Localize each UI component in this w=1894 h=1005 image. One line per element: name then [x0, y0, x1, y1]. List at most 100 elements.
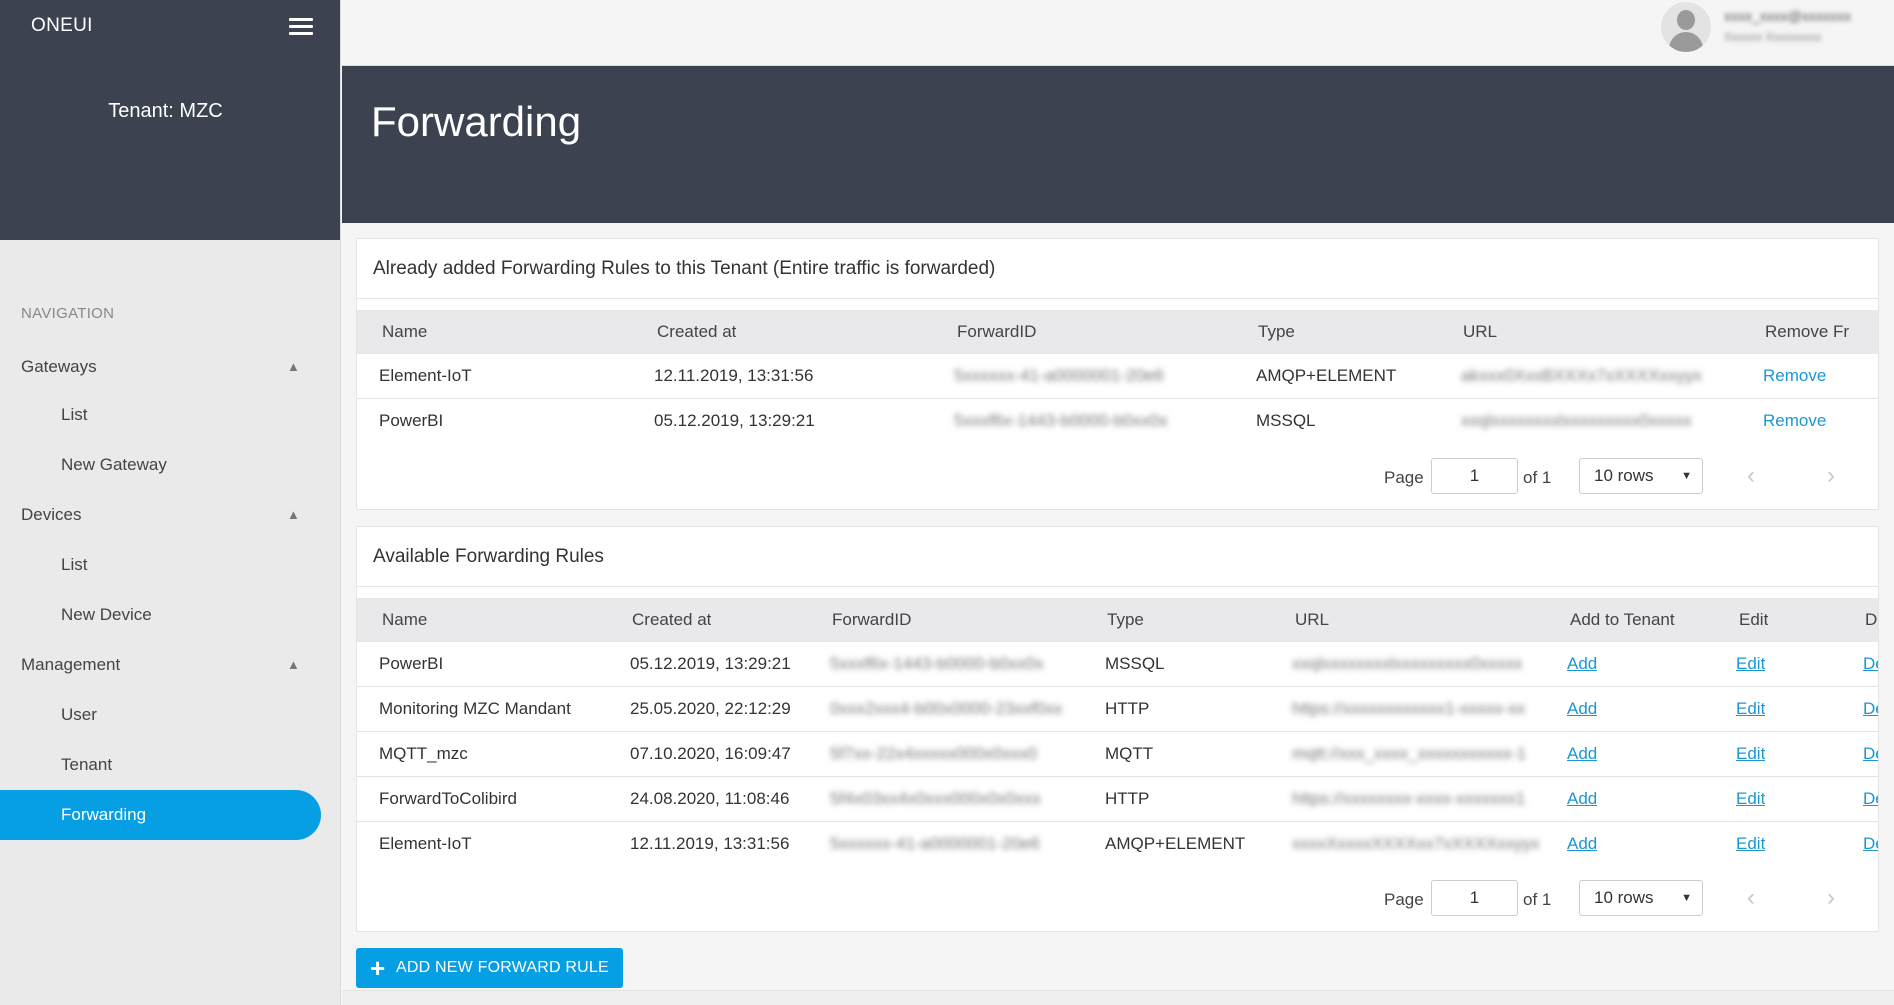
- caret-down-icon: ▼: [1681, 892, 1692, 904]
- column-header[interactable]: Remove Fr: [1765, 322, 1878, 342]
- nav-group-label: Devices: [21, 505, 82, 524]
- column-header[interactable]: Name: [382, 610, 427, 630]
- user-subtitle: Xxxxxx Xxxxxxxxx: [1724, 30, 1822, 44]
- prev-page-icon[interactable]: ‹: [1747, 462, 1755, 490]
- edit-link[interactable]: Edit: [1736, 789, 1765, 809]
- cell-url: https://xxxxxxxxxxxx1-xxxxx-xx: [1292, 699, 1526, 718]
- add-new-forward-rule-button[interactable]: + ADD NEW FORWARD RULE: [356, 948, 623, 988]
- edit-link[interactable]: Edit: [1736, 744, 1765, 764]
- nav-item-forwarding[interactable]: Forwarding: [0, 790, 321, 840]
- cell-created: 05.12.2019, 13:29:21: [630, 654, 791, 673]
- cell-created: 12.11.2019, 13:31:56: [654, 366, 814, 385]
- cell-name: MQTT_mzc: [379, 744, 468, 763]
- delete-link[interactable]: De: [1863, 789, 1878, 809]
- remove-link[interactable]: Remove: [1763, 411, 1826, 431]
- cell-forward-id: 5xxxf6x-1443-b0000-b0xx0x: [830, 654, 1044, 673]
- remove-link[interactable]: Remove: [1763, 366, 1826, 386]
- available-rules-panel: Available Forwarding Rules Name Created …: [356, 526, 1879, 932]
- plus-icon: +: [370, 953, 386, 983]
- user-name[interactable]: xxxx_xxxx@xxxxxxx: [1724, 8, 1851, 24]
- prev-page-icon[interactable]: ‹: [1747, 884, 1755, 912]
- column-header[interactable]: URL: [1295, 610, 1329, 630]
- column-header[interactable]: ForwardID: [957, 322, 1036, 342]
- chevron-up-icon[interactable]: ▲: [287, 640, 300, 690]
- rows-per-page-select[interactable]: 10 rows ▼: [1579, 458, 1703, 494]
- page-title: Forwarding: [371, 98, 582, 145]
- nav-item-device-list[interactable]: List: [0, 540, 341, 590]
- delete-link[interactable]: De: [1863, 699, 1878, 719]
- chevron-up-icon[interactable]: ▲: [287, 490, 300, 540]
- table-row: Element-IoT 12.11.2019, 13:31:56 5xxxxxx…: [357, 354, 1878, 399]
- nav-item-tenant[interactable]: Tenant: [0, 740, 341, 790]
- nav-item-user[interactable]: User: [0, 690, 341, 740]
- rows-per-page-value: 10 rows: [1594, 466, 1654, 485]
- cell-forward-id: 5xxxxxx-41-a0000001-20e6: [830, 834, 1040, 853]
- table-row: Monitoring MZC Mandant 25.05.2020, 22:12…: [357, 687, 1878, 732]
- table-row: Element-IoT 12.11.2019, 13:31:56 5xxxxxx…: [357, 822, 1878, 867]
- cell-name: PowerBI: [379, 411, 444, 430]
- nav-group-devices[interactable]: Devices ▲: [0, 490, 341, 540]
- pagination: Page of 1 10 rows ▼ ‹ ›: [357, 458, 1878, 498]
- page-label: Page: [1384, 468, 1424, 487]
- added-rules-panel: Already added Forwarding Rules to this T…: [356, 238, 1879, 510]
- edit-link[interactable]: Edit: [1736, 699, 1765, 719]
- brand-logo[interactable]: ONEUI: [31, 15, 93, 37]
- cell-type: AMQP+ELEMENT: [1256, 366, 1397, 385]
- column-header[interactable]: Type: [1258, 322, 1295, 342]
- topbar: xxxx_xxxx@xxxxxxx Xxxxxx Xxxxxxxxx: [342, 0, 1894, 66]
- column-header[interactable]: Created at: [657, 322, 736, 342]
- rows-per-page-select[interactable]: 10 rows ▼: [1579, 880, 1703, 916]
- column-header[interactable]: De: [1865, 610, 1878, 630]
- column-header[interactable]: ForwardID: [832, 610, 911, 630]
- nav-group-label: Gateways: [21, 357, 97, 376]
- page-number-input[interactable]: [1431, 880, 1518, 916]
- column-header[interactable]: Type: [1107, 610, 1144, 630]
- column-header[interactable]: URL: [1463, 322, 1497, 342]
- add-link[interactable]: Add: [1567, 789, 1597, 809]
- add-link[interactable]: Add: [1567, 699, 1597, 719]
- nav-group-management[interactable]: Management ▲: [0, 640, 341, 690]
- column-header[interactable]: Created at: [632, 610, 711, 630]
- column-header[interactable]: Add to Tenant: [1570, 610, 1675, 630]
- nav-item-new-device[interactable]: New Device: [0, 590, 341, 640]
- delete-link[interactable]: De: [1863, 744, 1878, 764]
- chevron-up-icon[interactable]: ▲: [287, 342, 300, 392]
- nav-item-new-gateway[interactable]: New Gateway: [0, 440, 341, 490]
- next-page-icon[interactable]: ›: [1827, 462, 1835, 490]
- cell-type: HTTP: [1105, 699, 1150, 718]
- edit-link[interactable]: Edit: [1736, 654, 1765, 674]
- table-header: Name Created at ForwardID Type URL Add t…: [357, 598, 1878, 642]
- page-label: Page: [1384, 890, 1424, 909]
- delete-link[interactable]: De: [1863, 654, 1878, 674]
- page-number-input[interactable]: [1431, 458, 1518, 494]
- cell-url: xxqlxxxxxxxxlxxxxxxxxx0xxxxx: [1461, 411, 1692, 430]
- cell-created: 25.05.2020, 22:12:29: [630, 699, 791, 718]
- cell-url: akxxx0XxxBXXXx7xXXXXxxyyx: [1461, 366, 1702, 385]
- footer-strip: [342, 990, 1894, 1005]
- add-link[interactable]: Add: [1567, 834, 1597, 854]
- add-button-label: ADD NEW FORWARD RULE: [396, 959, 609, 976]
- cell-url: https://xxxxxxxx-xxxx-xxxxxxx1: [1292, 789, 1526, 808]
- delete-link[interactable]: De: [1863, 834, 1878, 854]
- add-link[interactable]: Add: [1567, 744, 1597, 764]
- cell-type: MQTT: [1105, 744, 1154, 763]
- cell-forward-id: 5f4x03xx4x0xxx000x0x0xxx: [830, 789, 1041, 808]
- nav-group-gateways[interactable]: Gateways ▲: [0, 342, 341, 392]
- nav-item-gateway-list[interactable]: List: [0, 390, 341, 440]
- user-avatar-icon[interactable]: [1661, 2, 1711, 52]
- table-row: ForwardToColibird 24.08.2020, 11:08:46 5…: [357, 777, 1878, 822]
- cell-type: MSSQL: [1256, 411, 1316, 430]
- column-header[interactable]: Edit: [1739, 610, 1768, 630]
- sidebar: ONEUI Tenant: MZC NAVIGATION Gateways ▲ …: [0, 0, 341, 1005]
- cell-name: Monitoring MZC Mandant: [379, 699, 571, 718]
- column-header[interactable]: Name: [382, 322, 427, 342]
- add-link[interactable]: Add: [1567, 654, 1597, 674]
- caret-down-icon: ▼: [1681, 470, 1692, 482]
- hamburger-icon[interactable]: [289, 18, 313, 36]
- cell-created: 07.10.2020, 16:09:47: [630, 744, 791, 763]
- panel-title: Already added Forwarding Rules to this T…: [357, 239, 1878, 299]
- edit-link[interactable]: Edit: [1736, 834, 1765, 854]
- panel-title: Available Forwarding Rules: [357, 527, 1878, 587]
- next-page-icon[interactable]: ›: [1827, 884, 1835, 912]
- nav-group-label: Management: [21, 655, 121, 674]
